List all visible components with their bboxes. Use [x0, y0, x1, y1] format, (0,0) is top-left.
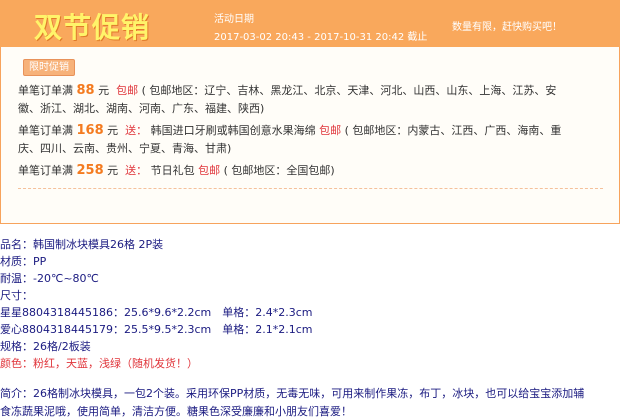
- spec-colors: 颜色：粉红，天蓝，浅绿（随机发货！）: [0, 357, 198, 370]
- promo-rule-3-line-1: 单笔订单满 258 元 送： 节日礼包 包邮 ( 包邮地区：全国包邮): [18, 163, 335, 178]
- rule-free-shipping: 包邮: [319, 124, 342, 137]
- spec-intro-line-2: 食冻蔬果泥哦，使用简单，清洁方便。糖果色深受廉廉和小朋友们喜爱！: [0, 405, 352, 418]
- promo-rule-1-line-2: 徽、浙江、湖北、湖南、河南、广东、福建、陕西): [18, 102, 265, 115]
- promotion-title: 双节促销: [34, 11, 151, 44]
- rule-unit: 元: [107, 124, 119, 137]
- rule-prefix: 单笔订单满: [18, 84, 73, 97]
- rule-gift-label: 送：: [125, 164, 148, 177]
- spec-material: 材质：PP: [0, 255, 47, 268]
- spec-temperature: 耐温：-20℃~80℃: [0, 272, 99, 285]
- rule-prefix: 单笔订单满: [18, 124, 73, 137]
- rule-free-shipping: 包邮: [116, 84, 139, 97]
- promotion-header: 双节促销 活动日期 2017-03-02 20:43 - 2017-10-31 …: [0, 0, 620, 47]
- rule-gift: 韩国进口牙刷或韩国创意水果海绵: [150, 124, 316, 137]
- spec-name: 品名：韩国制冰块模具26格 2P装: [0, 238, 164, 251]
- promotion-date-range: 2017-03-02 20:43 - 2017-10-31 20:42 截止: [214, 32, 428, 43]
- rule-detail: ( 包邮地区：内蒙古、江西、广西、海南、重: [344, 124, 562, 137]
- rule-unit: 元: [98, 84, 110, 97]
- spec-size-label: 尺寸：: [0, 289, 33, 302]
- rule-free-shipping: 包邮: [198, 164, 221, 177]
- spec-specification: 规格：26格/2板装: [0, 340, 91, 353]
- rule-prefix: 单笔订单满: [18, 164, 73, 177]
- rule-gift: 节日礼包: [150, 164, 195, 177]
- rule-unit: 元: [107, 164, 119, 177]
- promotion-date-label: 活动日期: [214, 14, 254, 25]
- spec-size-heart: 爱心8804318445179：25.5*9.5*2.3cm 单格：2.1*2.…: [0, 323, 313, 336]
- rule-amount: 168: [76, 123, 104, 138]
- promo-rule-1-line-1: 单笔订单满 88 元 包邮 ( 包邮地区：辽宁、吉林、黑龙江、北京、天津、河北、…: [18, 83, 556, 98]
- limited-time-badge: 限时促销: [23, 59, 75, 76]
- promo-rule-2-line-2: 庆、四川、云南、贵州、宁夏、青海、甘肃): [18, 142, 232, 155]
- rule-amount: 258: [76, 163, 104, 178]
- rule-gift-label: 送：: [125, 124, 148, 137]
- promotion-panel: 双节促销 活动日期 2017-03-02 20:43 - 2017-10-31 …: [0, 0, 620, 224]
- spec-intro-line-1: 简介：26格制冰块模具，一包2个装。采用环保PP材质，无毒无味，可用来制作果冻，…: [0, 387, 585, 400]
- spec-size-star: 星星8804318445186：25.6*9.6*2.2cm 单格：2.4*2.…: [0, 306, 313, 319]
- promotion-slogan: 数量有限，赶快购买吧！: [452, 22, 562, 33]
- promotion-body: 限时促销 单笔订单满 88 元 包邮 ( 包邮地区：辽宁、吉林、黑龙江、北京、天…: [0, 47, 620, 224]
- rule-detail: ( 包邮地区：全国包邮): [223, 164, 335, 177]
- promo-rule-2-line-1: 单笔订单满 168 元 送： 韩国进口牙刷或韩国创意水果海绵 包邮 ( 包邮地区…: [18, 123, 561, 138]
- rule-detail: ( 包邮地区：辽宁、吉林、黑龙江、北京、天津、河北、山西、山东、上海、江苏、安: [141, 84, 557, 97]
- rule-amount: 88: [76, 83, 95, 98]
- promotion-divider: [18, 188, 603, 189]
